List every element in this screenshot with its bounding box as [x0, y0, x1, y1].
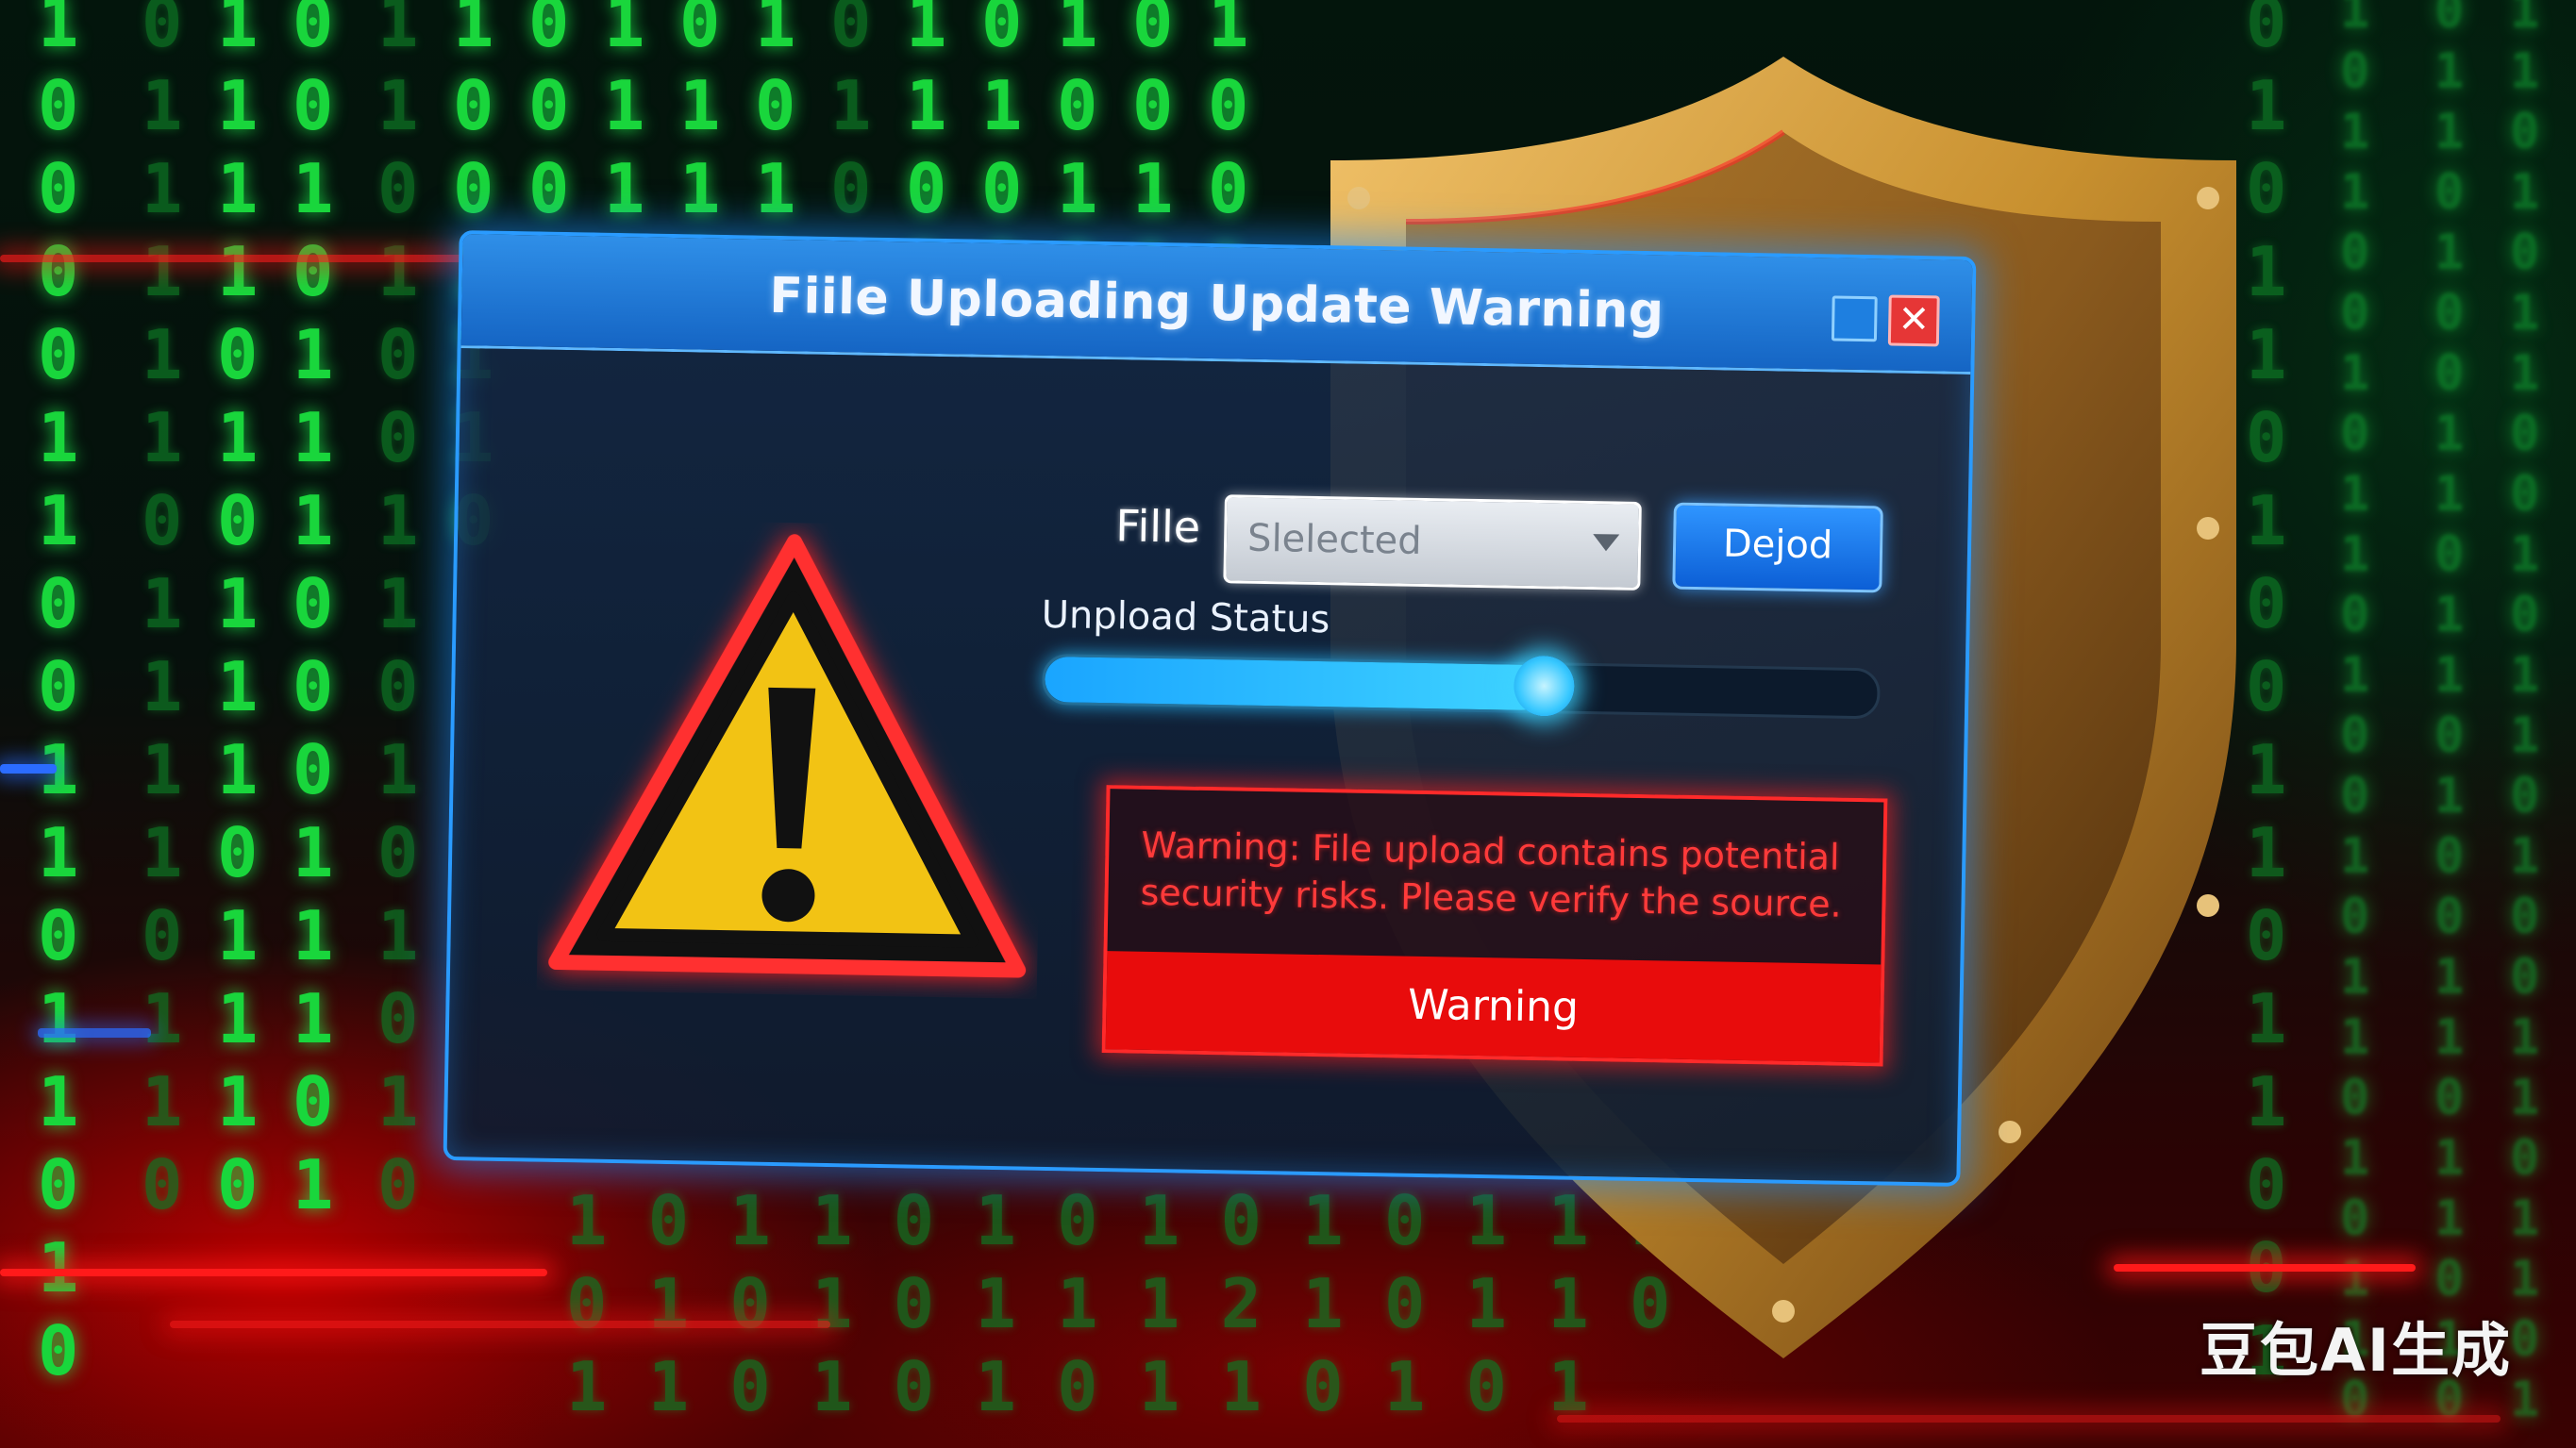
red-light-streak	[1557, 1415, 2501, 1423]
file-select-value: Slelected	[1246, 516, 1423, 563]
binary-rain: 1 1 0 1 0 1 1 0 0 1 0 1 1 0 1 0 0 1 1 0 …	[2510, 0, 2540, 1428]
binary-rain: 1 0 0 0 0 1 1 0 0 1 1 0 1 1 0 1 0	[38, 0, 79, 1390]
binary-rain: 0 1 1 1 1 1 0 1 1 1 1 0 1 1 0	[142, 0, 183, 1224]
binary-rain: 0 1 1 0 1 0 0 1 1 0 1 1 0 1 0 0 1 1 0 1 …	[2434, 0, 2465, 1428]
upload-progress-bar	[1042, 653, 1881, 720]
close-icon[interactable]: ✕	[1887, 294, 1940, 347]
action-button[interactable]: Dejod	[1672, 502, 1883, 593]
file-select-dropdown[interactable]: Slelected	[1223, 494, 1642, 591]
upload-progress-fill	[1045, 656, 1546, 711]
binary-rain: 1 1 1 1 0 1 0 1 1 1 0 1 1 1 0	[217, 0, 259, 1224]
blue-light-streak	[0, 764, 57, 774]
upload-progress-handle[interactable]	[1514, 655, 1576, 717]
red-light-streak	[170, 1321, 830, 1328]
warning-button[interactable]: Warning	[1105, 951, 1882, 1063]
upload-status-label: Unpload Status	[1041, 592, 1330, 642]
binary-rain: 1 1 0 1 0 0 1 1 0 1 0 1 0 1 0	[377, 0, 419, 1224]
warning-triangle-icon	[548, 534, 1027, 978]
chevron-down-icon	[1592, 534, 1620, 552]
dialog-title: Fiile Uploading Update Warning	[768, 267, 1665, 341]
binary-rain: 1 0 1 1 0 0 1 0 1 1 0 1 0 0 1 0 1 1 0 1 …	[2340, 0, 2370, 1428]
binary-rain: 0 0 1 0 1 1 1 0 0 0 1 1 1 0 1	[293, 0, 334, 1224]
security-warning-message: Warning: File upload contains potential …	[1140, 824, 1843, 925]
ai-watermark: 豆包AI生成	[2199, 1316, 2512, 1385]
warning-dialog: Fiile Uploading Update Warning ✕ Fille S…	[443, 230, 1977, 1187]
background-scene: 1 0 0 0 0 1 1 0 0 1 1 0 1 1 0 1 0 0 1 1 …	[0, 0, 2576, 1448]
dialog-titlebar[interactable]: Fiile Uploading Update Warning ✕	[460, 234, 1973, 375]
maximize-icon[interactable]	[1831, 295, 1878, 342]
red-light-streak	[0, 1269, 547, 1276]
file-label: Fille	[1114, 500, 1201, 553]
blue-light-streak	[38, 1028, 151, 1038]
warning-button-label: Warning	[1407, 980, 1580, 1032]
red-light-streak	[0, 255, 491, 262]
security-warning-box: Warning: File upload contains potential …	[1101, 785, 1888, 1067]
